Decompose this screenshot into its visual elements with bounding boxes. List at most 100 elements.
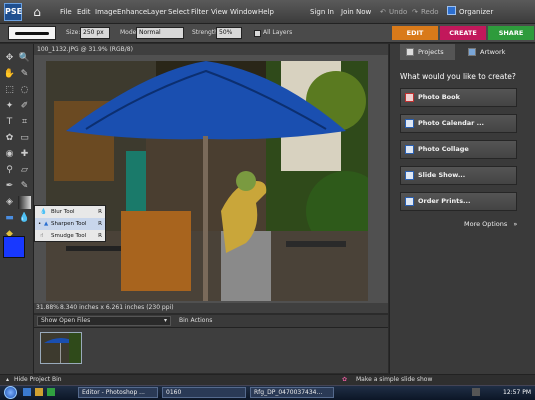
blur-drop-icon: 💧 [40,209,47,215]
flyout-blur-tool[interactable]: 💧 Blur Tool R [35,206,105,218]
smart-brush-tool-icon[interactable]: ✎ [18,180,31,193]
lasso-tool-icon[interactable]: ◌ [18,84,31,97]
double-arrow-icon: » [513,220,518,228]
document-tab[interactable]: 100_1132.JPG @ 31.9% (RGB/8) [34,44,388,55]
organizer-icon[interactable] [447,6,456,15]
taskbar-item-editor[interactable]: Editor - Photoshop ... [78,387,158,398]
menu-select[interactable]: Select [168,8,190,16]
hide-project-bin-button[interactable]: Hide Project Bin [14,375,62,385]
bin-actions-menu[interactable]: Bin Actions [179,317,212,324]
tab-artwork-label: Artwork [480,48,506,56]
tab-edit[interactable]: EDIT [392,26,438,40]
order-prints-button[interactable]: Order Prints... [400,192,517,211]
projects-icon [406,48,414,56]
flyout-sharpen-label: Sharpen Tool [51,221,87,227]
menu-layer[interactable]: Layer [147,8,167,16]
zoom-tool-icon[interactable]: 🔍 [18,52,31,65]
menu-image[interactable]: Image [95,8,117,16]
more-options-label: More Options [464,220,508,228]
photo-book-icon [405,93,414,102]
selected-bullet-icon: • [38,221,42,227]
undo-icon[interactable]: ↶ [380,8,386,16]
size-field[interactable]: 250 px [80,27,110,39]
menu-filter[interactable]: Filter [191,8,208,16]
photo-collage-button[interactable]: Photo Collage [400,140,517,159]
redo-button[interactable]: Redo [421,8,439,16]
taskbar-item-0160[interactable]: 0160 [162,387,246,398]
menu-enhance[interactable]: Enhance [117,8,147,16]
undo-button[interactable]: Undo [389,8,407,16]
create-heading: What would you like to create? [400,72,516,81]
quick-launch-ie-icon[interactable] [23,388,31,396]
tab-projects[interactable]: Projects [400,44,455,60]
quick-launch-media-icon[interactable] [47,388,55,396]
photo-book-label: Photo Book [418,93,460,101]
bin-thumbnail[interactable] [40,332,82,364]
join-now-link[interactable]: Join Now [341,8,371,16]
tab-share[interactable]: SHARE [488,26,534,40]
menu-help[interactable]: Help [258,8,274,16]
brush-tool-icon[interactable]: ✒ [3,180,16,193]
home-icon[interactable]: ⌂ [30,5,44,19]
document-size: 8.340 inches x 6.261 inches (230 ppi) [60,304,174,311]
move-tool-icon[interactable]: ✥ [3,52,16,65]
blur-tool-icon[interactable]: 💧 [18,212,31,225]
hide-bin-icon[interactable]: ▴ [6,375,9,385]
bin-thumbnail-image [41,333,81,363]
flyout-sharpen-key: R [98,221,102,227]
cookie-cutter-tool-icon[interactable]: ✿ [3,132,16,145]
tab-artwork[interactable]: Artwork [462,44,517,60]
spot-healing-tool-icon[interactable]: ✚ [18,148,31,161]
photo-calendar-button[interactable]: Photo Calendar ... [400,114,517,133]
redo-icon[interactable]: ↷ [412,8,418,16]
red-eye-tool-icon[interactable]: ◉ [3,148,16,161]
type-tool-icon[interactable]: T [3,116,16,129]
slide-show-button[interactable]: Slide Show... [400,166,517,185]
selection-brush-tool-icon[interactable]: ✐ [18,100,31,113]
shape-tool-icon[interactable]: ▬ [3,212,16,225]
tab-create[interactable]: CREATE [440,26,486,40]
strength-field[interactable]: 50% [216,27,242,39]
menu-edit[interactable]: Edit [77,8,91,16]
mode-select[interactable]: Normal [136,27,184,39]
quick-launch-folder-icon[interactable] [35,388,43,396]
slide-show-icon [405,171,414,180]
smudge-finger-icon: ☝ [40,233,44,239]
marquee-tool-icon[interactable]: ⬚ [3,84,16,97]
brush-preview[interactable] [8,26,56,40]
taskbar-item-rfg[interactable]: Rfg_DP_0470037434... [250,387,334,398]
menu-bar: PSE ⌂ File Edit Image Enhance Layer Sele… [0,0,535,24]
organizer-button[interactable]: Organizer [459,8,493,16]
flyout-sharpen-tool[interactable]: • ▲ Sharpen Tool R [35,218,105,230]
more-options-link[interactable]: More Options » [464,220,517,228]
crop-tool-icon[interactable]: ⌗ [18,116,31,129]
gradient-tool-icon[interactable] [18,196,31,209]
bin-show-select[interactable]: Show Open Files ▾ [37,316,171,326]
eyedropper-tool-icon[interactable]: ✎ [18,68,31,81]
magic-wand-tool-icon[interactable]: ✦ [3,100,16,113]
sign-in-link[interactable]: Sign In [310,8,334,16]
tray-icon[interactable] [472,388,480,396]
document-photo[interactable] [46,61,368,301]
project-bin [34,327,388,373]
eraser-tool-icon[interactable]: ▱ [18,164,31,177]
all-layers-checkbox[interactable] [254,30,261,37]
flyout-smudge-tool[interactable]: ☝ Smudge Tool R [35,230,105,242]
status-bar: 31.88% 8.340 inches x 6.261 inches (230 … [34,303,388,313]
app-logo: PSE [4,3,22,21]
flyout-blur-key: R [98,209,102,215]
clone-stamp-tool-icon[interactable]: ⚲ [3,164,16,177]
photo-image [46,61,368,301]
zoom-level[interactable]: 31.88% [36,303,59,313]
straighten-tool-icon[interactable]: ▭ [18,132,31,145]
foreground-color-swatch[interactable] [3,236,25,258]
all-layers-label: All Layers [263,29,293,36]
paint-bucket-tool-icon[interactable]: ◈ [3,196,16,209]
menu-view[interactable]: View [211,8,228,16]
hand-tool-icon[interactable]: ✋ [3,68,16,81]
menu-window[interactable]: Window [230,8,258,16]
start-button[interactable] [4,386,17,399]
menu-file[interactable]: File [60,8,72,16]
project-bin-header: Show Open Files ▾ Bin Actions [34,315,388,327]
photo-book-button[interactable]: Photo Book [400,88,517,107]
